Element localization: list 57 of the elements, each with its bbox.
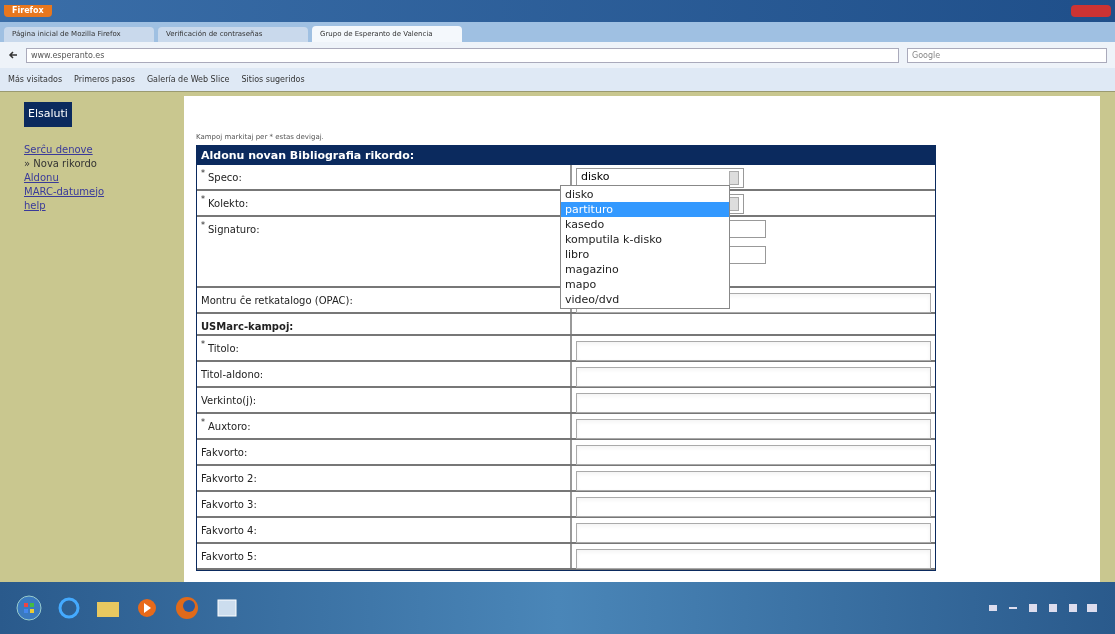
form-title: Aldonu novan Bibliografia rikordo: xyxy=(197,145,935,165)
sidebar-link[interactable]: » Nova rikordo xyxy=(24,156,184,171)
dropdown-option[interactable]: kasedo xyxy=(561,217,729,232)
required-marker: * xyxy=(201,169,205,178)
media-player-icon[interactable] xyxy=(136,597,158,619)
input-field[interactable] xyxy=(576,418,931,439)
firefox-icon[interactable] xyxy=(174,595,200,621)
browser-icon[interactable] xyxy=(58,597,80,619)
field-label: Kolekto: xyxy=(208,196,249,211)
sidebar-link[interactable]: Aldonu xyxy=(24,170,184,185)
dropdown-option[interactable]: video/dvd xyxy=(561,292,729,307)
field-label: Fakvorto 2: xyxy=(201,471,257,486)
section-heading: USMarc-kampoj: xyxy=(201,319,294,334)
field-label: Titolo: xyxy=(208,341,239,356)
field-label: Auxtoro: xyxy=(208,419,251,434)
sidebar-link[interactable]: Serĉu denove xyxy=(24,142,184,157)
bookmark-link[interactable]: Primeros pasos xyxy=(74,73,135,86)
field-label: Fakvorto 4: xyxy=(201,523,257,538)
input-field[interactable] xyxy=(576,470,931,491)
field-label: Fakvorto: xyxy=(201,445,248,460)
dropdown-option[interactable]: libro xyxy=(561,247,729,262)
input-field[interactable] xyxy=(576,444,931,465)
back-icon[interactable] xyxy=(8,50,18,60)
field-label: Verkinto(j): xyxy=(201,393,257,408)
required-marker: * xyxy=(201,195,205,204)
bookmark-link[interactable]: Galería de Web Slice xyxy=(146,73,230,86)
address-bar[interactable]: www.esperanto.es xyxy=(26,47,899,63)
select-field[interactable]: disko xyxy=(576,167,744,188)
input-field[interactable] xyxy=(576,522,931,543)
sidebar-link[interactable]: MARC-datumejo xyxy=(24,184,184,199)
url-text: www.esperanto.es xyxy=(31,50,105,60)
start-icon[interactable] xyxy=(16,595,42,621)
required-marker: * xyxy=(201,340,205,349)
window-icon[interactable] xyxy=(216,598,238,618)
dropdown-option[interactable]: mapo xyxy=(561,277,729,292)
field-label: Fakvorto 3: xyxy=(201,497,257,512)
close-button[interactable] xyxy=(1071,5,1111,17)
sidebar-link[interactable]: help xyxy=(24,198,184,213)
required-marker: * xyxy=(201,221,205,230)
bookmark-link[interactable]: Más visitados xyxy=(8,73,63,86)
dropdown-option[interactable]: magazino xyxy=(561,262,729,277)
logout-button[interactable]: Elsaluti xyxy=(24,102,72,127)
field-label: Montru ĉe retkatalogo (OPAC): xyxy=(201,293,353,308)
dropdown-option[interactable]: disko xyxy=(561,187,729,202)
search-field[interactable]: Google xyxy=(907,47,1107,63)
field-label: Fakvorto 5: xyxy=(201,549,257,564)
field-label: Titol-aldono: xyxy=(201,367,264,382)
input-field[interactable] xyxy=(576,496,931,517)
field-label: Speco: xyxy=(208,170,242,185)
field-label: Signaturo: xyxy=(208,222,260,237)
bookmark-link[interactable]: Sitios sugeridos xyxy=(241,73,305,86)
input-field[interactable] xyxy=(576,548,931,569)
input-field[interactable] xyxy=(576,340,931,361)
required-marker: * xyxy=(201,418,205,427)
input-field[interactable] xyxy=(576,392,931,413)
dropdown-option[interactable]: komputila k-disko xyxy=(561,232,729,247)
input-field[interactable] xyxy=(576,366,931,387)
